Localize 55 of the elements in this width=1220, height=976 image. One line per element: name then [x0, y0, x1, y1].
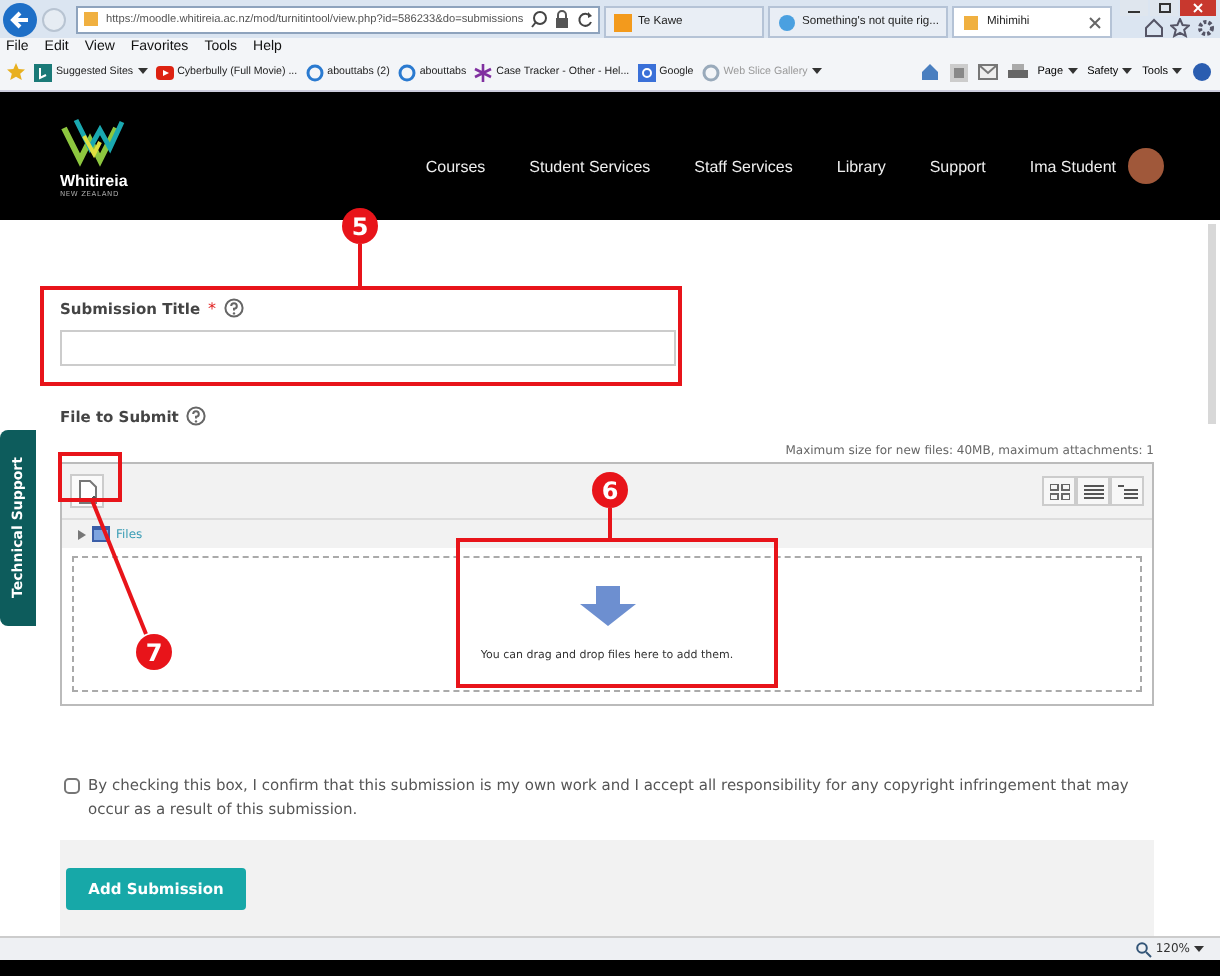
search-icon[interactable] [530, 10, 548, 28]
step-number: 7 [145, 639, 163, 667]
caret-icon [1172, 68, 1182, 77]
step-number: 5 [351, 213, 369, 241]
globe-icon [778, 13, 796, 31]
caret-icon [1122, 68, 1133, 77]
input-field[interactable] [60, 330, 676, 366]
nav-link[interactable]: Staff Services [694, 157, 793, 175]
nav-link[interactable]: Courses [425, 157, 486, 175]
settings-icon[interactable] [1196, 18, 1216, 38]
grid-icon [1049, 483, 1069, 499]
google-icon [637, 63, 656, 82]
required-mark: * [208, 299, 217, 317]
bing-icon [34, 63, 52, 82]
home-icon[interactable] [919, 62, 940, 83]
down-arrow-icon [579, 586, 635, 626]
refresh-icon[interactable] [576, 10, 594, 28]
home-icon[interactable] [1144, 18, 1164, 38]
caret-icon [78, 529, 86, 539]
leader-line [358, 244, 362, 288]
close-icon[interactable] [1088, 15, 1103, 29]
caret-icon [1194, 945, 1204, 953]
asterisk-icon [474, 63, 493, 82]
avatar[interactable] [1128, 148, 1164, 184]
annotation-box [58, 452, 122, 502]
play-icon [155, 63, 174, 82]
list-icon [1083, 483, 1103, 499]
caret-icon [1067, 68, 1078, 77]
star-icon[interactable] [1170, 18, 1190, 38]
logo-text: Whitireia [60, 171, 128, 189]
step-marker [592, 472, 628, 508]
tree-view-button[interactable] [1110, 476, 1144, 506]
square-icon [614, 13, 632, 31]
nav-link[interactable]: Library [836, 157, 886, 175]
checkbox[interactable] [64, 778, 80, 794]
list-view-button[interactable] [1076, 476, 1110, 506]
magnifier-icon [1135, 941, 1152, 957]
step-marker [136, 634, 172, 670]
back-icon[interactable] [2, 1, 38, 37]
step-number: 6 [601, 477, 619, 505]
close-icon[interactable] [1180, 0, 1216, 16]
leader-line [90, 499, 148, 635]
lock-icon [554, 10, 570, 28]
nav-link[interactable]: Student Services [529, 157, 651, 175]
logo-icon [60, 115, 128, 171]
printer-icon[interactable] [1007, 63, 1028, 82]
step-marker [342, 208, 378, 244]
tree-icon [1117, 483, 1137, 499]
leader-line [608, 508, 612, 540]
mail-icon[interactable] [977, 64, 998, 81]
nav-link[interactable]: Support [929, 157, 986, 175]
icon-view-button[interactable] [1042, 476, 1076, 506]
user-menu[interactable]: Ima Student [1029, 157, 1116, 175]
scrollbar[interactable] [1208, 224, 1216, 424]
star-icon[interactable] [6, 62, 26, 83]
